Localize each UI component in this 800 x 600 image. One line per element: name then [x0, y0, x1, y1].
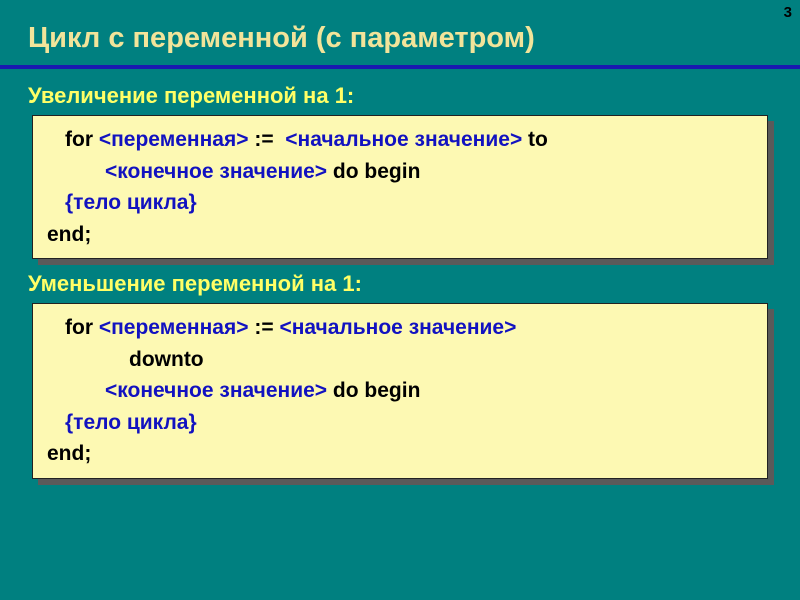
keyword-for: for: [65, 316, 93, 339]
placeholder-body: {тело цикла}: [65, 411, 197, 434]
code-line: {тело цикла}: [47, 407, 753, 439]
keyword-downto: downto: [129, 348, 204, 371]
keyword-to: to: [528, 128, 548, 151]
code-line: end;: [47, 219, 753, 251]
slide-title: Цикл с переменной (с параметром): [28, 22, 772, 65]
code-line: {тело цикла}: [47, 187, 753, 219]
code-line: downto: [47, 344, 753, 376]
slide-content: Цикл с переменной (с параметром) Увеличе…: [0, 0, 800, 479]
placeholder-var: <переменная>: [99, 128, 249, 151]
code-line: <конечное значение> do begin: [47, 156, 753, 188]
section-label-increase: Увеличение переменной на 1:: [28, 83, 772, 109]
keyword-for: for: [65, 128, 93, 151]
placeholder-var: <переменная>: [99, 316, 249, 339]
operator-assign: :=: [254, 128, 273, 151]
placeholder-start: <начальное значение>: [285, 128, 522, 151]
placeholder-start: <начальное значение>: [279, 316, 516, 339]
code-box: for <переменная> := <начальное значение>…: [32, 303, 768, 479]
code-box: for <переменная> := <начальное значение>…: [32, 115, 768, 259]
placeholder-end: <конечное значение>: [105, 160, 327, 183]
code-line: for <переменная> := <начальное значение>: [47, 312, 753, 344]
placeholder-end: <конечное значение>: [105, 379, 327, 402]
placeholder-body: {тело цикла}: [65, 191, 197, 214]
code-block-increase: for <переменная> := <начальное значение>…: [32, 115, 768, 259]
title-rule: [0, 65, 800, 69]
keyword-do-begin: do begin: [333, 379, 421, 402]
code-line: for <переменная> := <начальное значение>…: [47, 124, 753, 156]
code-block-decrease: for <переменная> := <начальное значение>…: [32, 303, 768, 479]
page-number: 3: [784, 4, 792, 21]
operator-assign: :=: [254, 316, 273, 339]
section-label-decrease: Уменьшение переменной на 1:: [28, 271, 772, 297]
code-line: <конечное значение> do begin: [47, 375, 753, 407]
keyword-end: end;: [47, 442, 91, 465]
code-line: end;: [47, 438, 753, 470]
keyword-end: end;: [47, 223, 91, 246]
keyword-do-begin: do begin: [333, 160, 421, 183]
